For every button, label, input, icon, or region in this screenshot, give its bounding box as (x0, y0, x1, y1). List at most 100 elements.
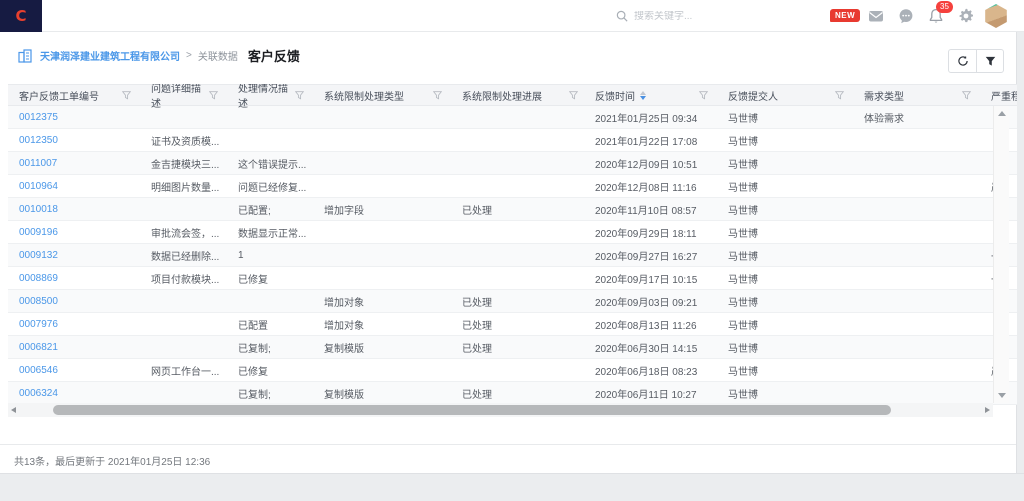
cell-submitter: 马世博 (720, 386, 856, 401)
scroll-down-arrow[interactable] (998, 393, 1006, 398)
table-row[interactable]: 0010018 已配置; 增加字段 已处理 2020年11月10日 08:57 … (8, 198, 1017, 221)
sort-toggle[interactable] (640, 91, 646, 100)
refresh-button[interactable] (949, 50, 976, 72)
table-row[interactable]: 0008500 增加对象 已处理 2020年09月03日 09:21 马世博 (8, 290, 1017, 313)
scroll-up-arrow[interactable] (998, 111, 1006, 116)
cell-demand-type: 体验需求 (856, 110, 983, 125)
content-card: 天津润泽建业建筑工程有限公司 > 关联数据 客户反馈 客户反馈工单编号 (0, 32, 1017, 473)
column-filter-icon[interactable] (209, 91, 218, 100)
right-gutter (1017, 32, 1024, 501)
global-search[interactable] (616, 6, 804, 26)
ticket-id-link[interactable]: 0009132 (8, 250, 143, 261)
ticket-id-link[interactable]: 0006324 (8, 388, 143, 399)
column-header[interactable]: 客户反馈工单编号 (8, 85, 143, 105)
ticket-id-link[interactable]: 0007976 (8, 319, 143, 330)
table-row[interactable]: 0006546 网页工作台一... 已修复 2020年06月18日 08:23 … (8, 359, 1017, 382)
breadcrumb-section: 关联数据 (198, 48, 238, 63)
ticket-id-link[interactable]: 0011007 (8, 158, 143, 169)
ticket-id-link[interactable]: 0006546 (8, 365, 143, 376)
column-header[interactable]: 系统限制处理进展 (454, 85, 590, 105)
cell-feedback-time: 2021年01月22日 17:08 (590, 133, 720, 148)
cell-problem: 数据已经删除... (143, 248, 230, 263)
vertical-scrollbar[interactable] (993, 106, 1009, 403)
cell-feedback-time: 2020年12月08日 11:16 (590, 179, 720, 194)
column-filter-icon[interactable] (569, 91, 578, 100)
column-header[interactable]: 反馈时间 (590, 85, 720, 105)
column-filter-icon[interactable] (122, 91, 131, 100)
table-row[interactable]: 0011007 金吉捷模块三... 这个错误提示... 2020年12月09日 … (8, 152, 1017, 175)
cell-problem: 项目付款模块... (143, 271, 230, 286)
record-count-summary: 共13条，最后更新于 2021年01月25日 12:36 (14, 453, 210, 468)
ticket-id-link[interactable]: 0009196 (8, 227, 143, 238)
scroll-left-arrow[interactable] (11, 407, 16, 413)
cell-limit-progress: 已处理 (454, 317, 590, 332)
column-label: 需求类型 (864, 88, 904, 103)
table-row[interactable]: 0010964 明细图片数量... 问题已经修复... 2020年12月08日 … (8, 175, 1017, 198)
gear-icon[interactable] (958, 8, 974, 24)
cell-problem: 明细图片数量... (143, 179, 230, 194)
column-filter-icon[interactable] (295, 91, 304, 100)
cell-submitter: 马世博 (720, 225, 856, 240)
column-filter-icon[interactable] (699, 91, 708, 100)
cell-limit-type: 复制模版 (316, 340, 454, 355)
column-header[interactable]: 严重程度 (983, 85, 1017, 105)
table-row[interactable]: 0009132 数据已经删除... 1 2020年09月27日 16:27 马世… (8, 244, 1017, 267)
cell-handling: 这个错误提示... (230, 156, 316, 171)
ticket-id-link[interactable]: 0008500 (8, 296, 143, 307)
column-filter-icon[interactable] (962, 91, 971, 100)
scroll-right-arrow[interactable] (985, 407, 990, 413)
sort-asc-icon[interactable] (640, 91, 646, 95)
ticket-id-link[interactable]: 0012375 (8, 112, 143, 123)
topbar: C NEW 35 (0, 0, 1024, 32)
cell-limit-progress: 已处理 (454, 202, 590, 217)
table-row[interactable]: 0009196 审批流会签，... 数据显示正常... 2020年09月29日 … (8, 221, 1017, 244)
breadcrumb-company-link[interactable]: 天津润泽建业建筑工程有限公司 (40, 48, 180, 63)
cell-submitter: 马世博 (720, 271, 856, 286)
column-label: 严重程度 (991, 88, 1017, 103)
column-header[interactable]: 问题详细描述 (143, 85, 230, 105)
user-avatar[interactable] (984, 4, 1008, 28)
column-header[interactable]: 需求类型 (856, 85, 983, 105)
table-row[interactable]: 0006821 已复制; 复制模版 已处理 2020年06月30日 14:15 … (8, 336, 1017, 359)
bottom-strip (0, 473, 1024, 501)
ticket-id-link[interactable]: 0010964 (8, 181, 143, 192)
mail-icon[interactable] (868, 8, 884, 24)
column-header[interactable]: 反馈提交人 (720, 85, 856, 105)
cell-feedback-time: 2021年01月25日 09:34 (590, 110, 720, 125)
filter-button[interactable] (976, 50, 1003, 72)
app-logo[interactable]: C (0, 0, 42, 32)
horizontal-scroll-thumb[interactable] (53, 405, 891, 415)
table-row[interactable]: 0008869 项目付款模块... 已修复 2020年09月17日 10:15 … (8, 267, 1017, 290)
ticket-id-link[interactable]: 0006821 (8, 342, 143, 353)
column-filter-icon[interactable] (835, 91, 844, 100)
cell-limit-type: 增加对象 (316, 317, 454, 332)
table-row[interactable]: 0007976 已配置 增加对象 已处理 2020年08月13日 11:26 马… (8, 313, 1017, 336)
horizontal-scrollbar[interactable] (8, 403, 993, 417)
cell-handling: 1 (230, 250, 316, 261)
search-icon (616, 10, 628, 22)
refresh-icon (957, 55, 969, 67)
cell-limit-progress: 已处理 (454, 340, 590, 355)
notification-badge: 35 (936, 1, 953, 13)
chat-icon[interactable] (898, 8, 914, 24)
column-header[interactable]: 系统限制处理类型 (316, 85, 454, 105)
feedback-table: 客户反馈工单编号 问题详细描述 处理情况描述 系统限制处理类型 (8, 84, 1017, 405)
cell-submitter: 马世博 (720, 110, 856, 125)
cell-handling: 已复制; (230, 386, 316, 401)
cell-feedback-time: 2020年11月10日 08:57 (590, 202, 720, 217)
new-badge[interactable]: NEW (830, 9, 860, 22)
search-input[interactable] (634, 11, 804, 22)
table-row[interactable]: 0006324 已复制; 复制模版 已处理 2020年06月11日 10:27 … (8, 382, 1017, 405)
column-filter-icon[interactable] (433, 91, 442, 100)
breadcrumb: 天津润泽建业建筑工程有限公司 > 关联数据 客户反馈 (18, 46, 300, 65)
table-row[interactable]: 0012350 证书及资质模... 2021年01月22日 17:08 马世博 (8, 129, 1017, 152)
ticket-id-link[interactable]: 0008869 (8, 273, 143, 284)
column-header[interactable]: 处理情况描述 (230, 85, 316, 105)
cell-problem: 证书及资质模... (143, 133, 230, 148)
cell-problem: 审批流会签，... (143, 225, 230, 240)
cell-submitter: 马世博 (720, 294, 856, 309)
ticket-id-link[interactable]: 0010018 (8, 204, 143, 215)
column-label: 系统限制处理类型 (324, 88, 404, 103)
sort-desc-icon[interactable] (640, 96, 646, 100)
ticket-id-link[interactable]: 0012350 (8, 135, 143, 146)
